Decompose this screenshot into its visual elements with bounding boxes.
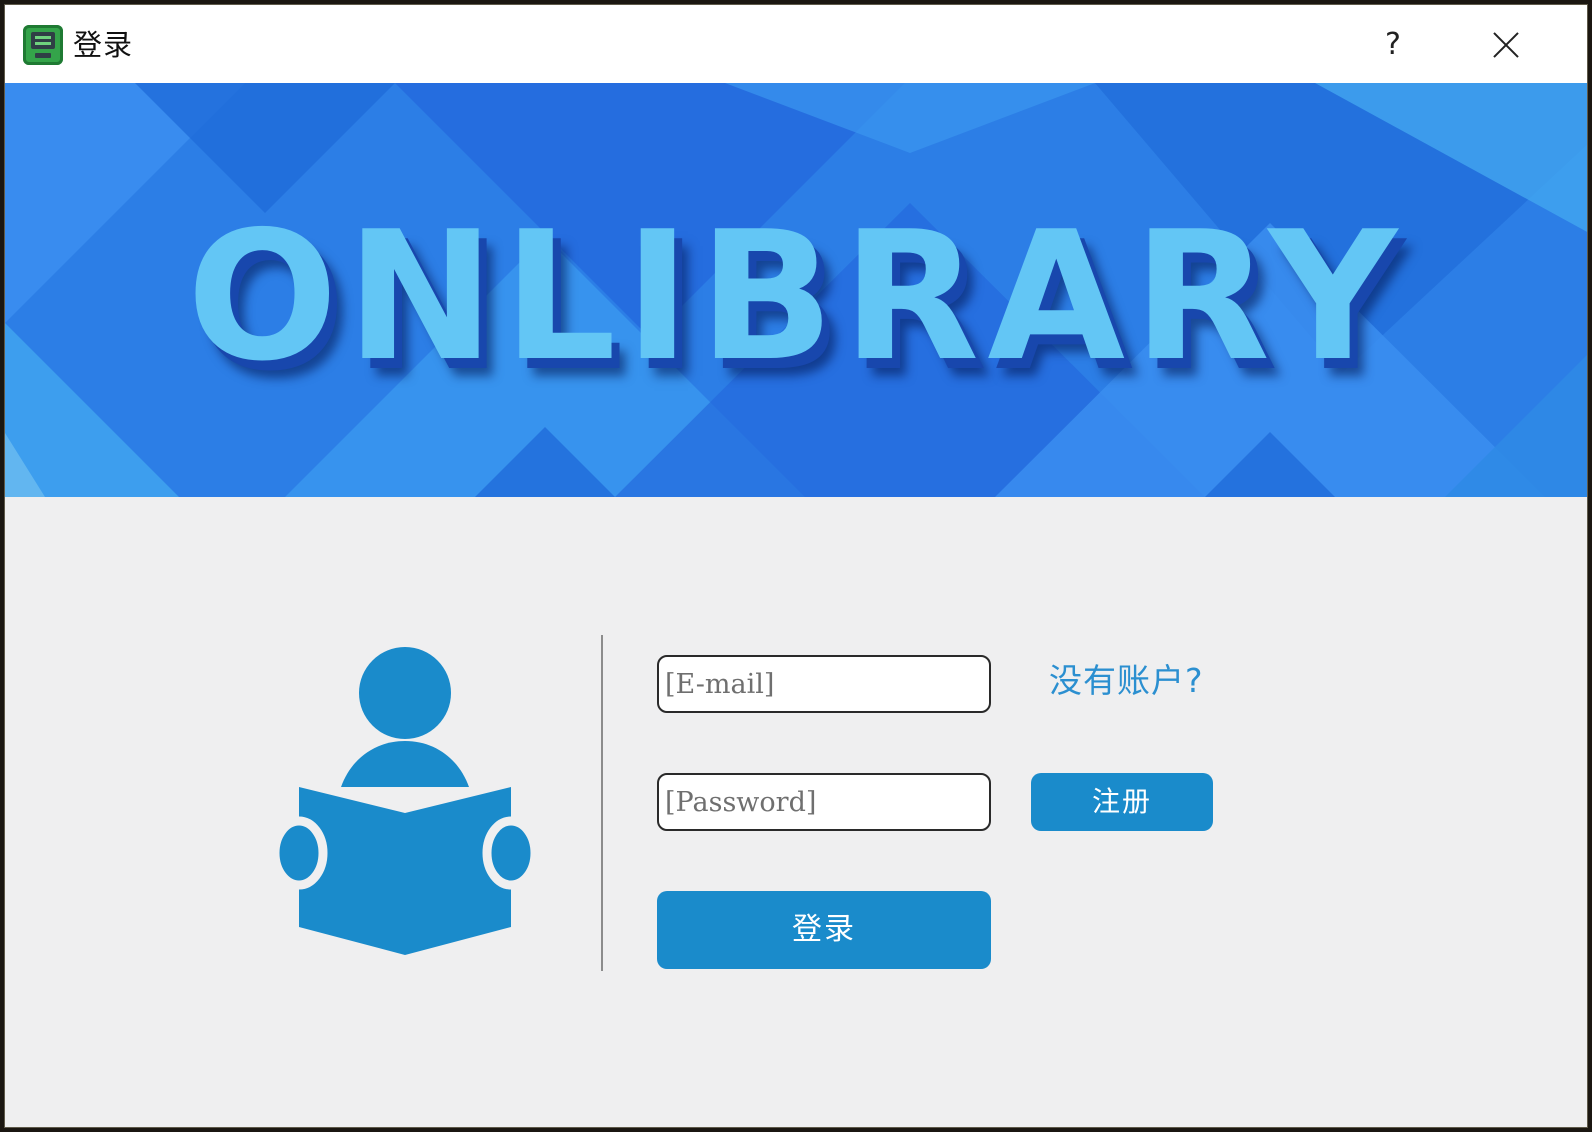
window-title: 登录 [73, 28, 134, 62]
login-button[interactable]: 登录 [657, 891, 991, 969]
login-panel: 没有账户? 注册 登录 [5, 497, 1587, 1127]
email-field[interactable] [657, 655, 991, 713]
banner: ONLIBRARY [5, 83, 1587, 497]
help-button[interactable]: ? [1373, 23, 1413, 67]
no-account-link[interactable]: 没有账户? [1049, 657, 1204, 705]
login-window: 登录 ? ONLIBRARY [E-mail] 没有账户? 注册 登录 [4, 4, 1588, 1128]
title-bar: 登录 ? [5, 5, 1587, 83]
app-logo: ONLIBRARY [186, 193, 1406, 400]
app-icon [23, 25, 63, 65]
vertical-divider [601, 635, 603, 971]
close-icon[interactable] [1481, 23, 1531, 67]
password-field[interactable] [657, 773, 991, 831]
reader-icon [279, 647, 535, 955]
register-button[interactable]: 注册 [1031, 773, 1213, 831]
